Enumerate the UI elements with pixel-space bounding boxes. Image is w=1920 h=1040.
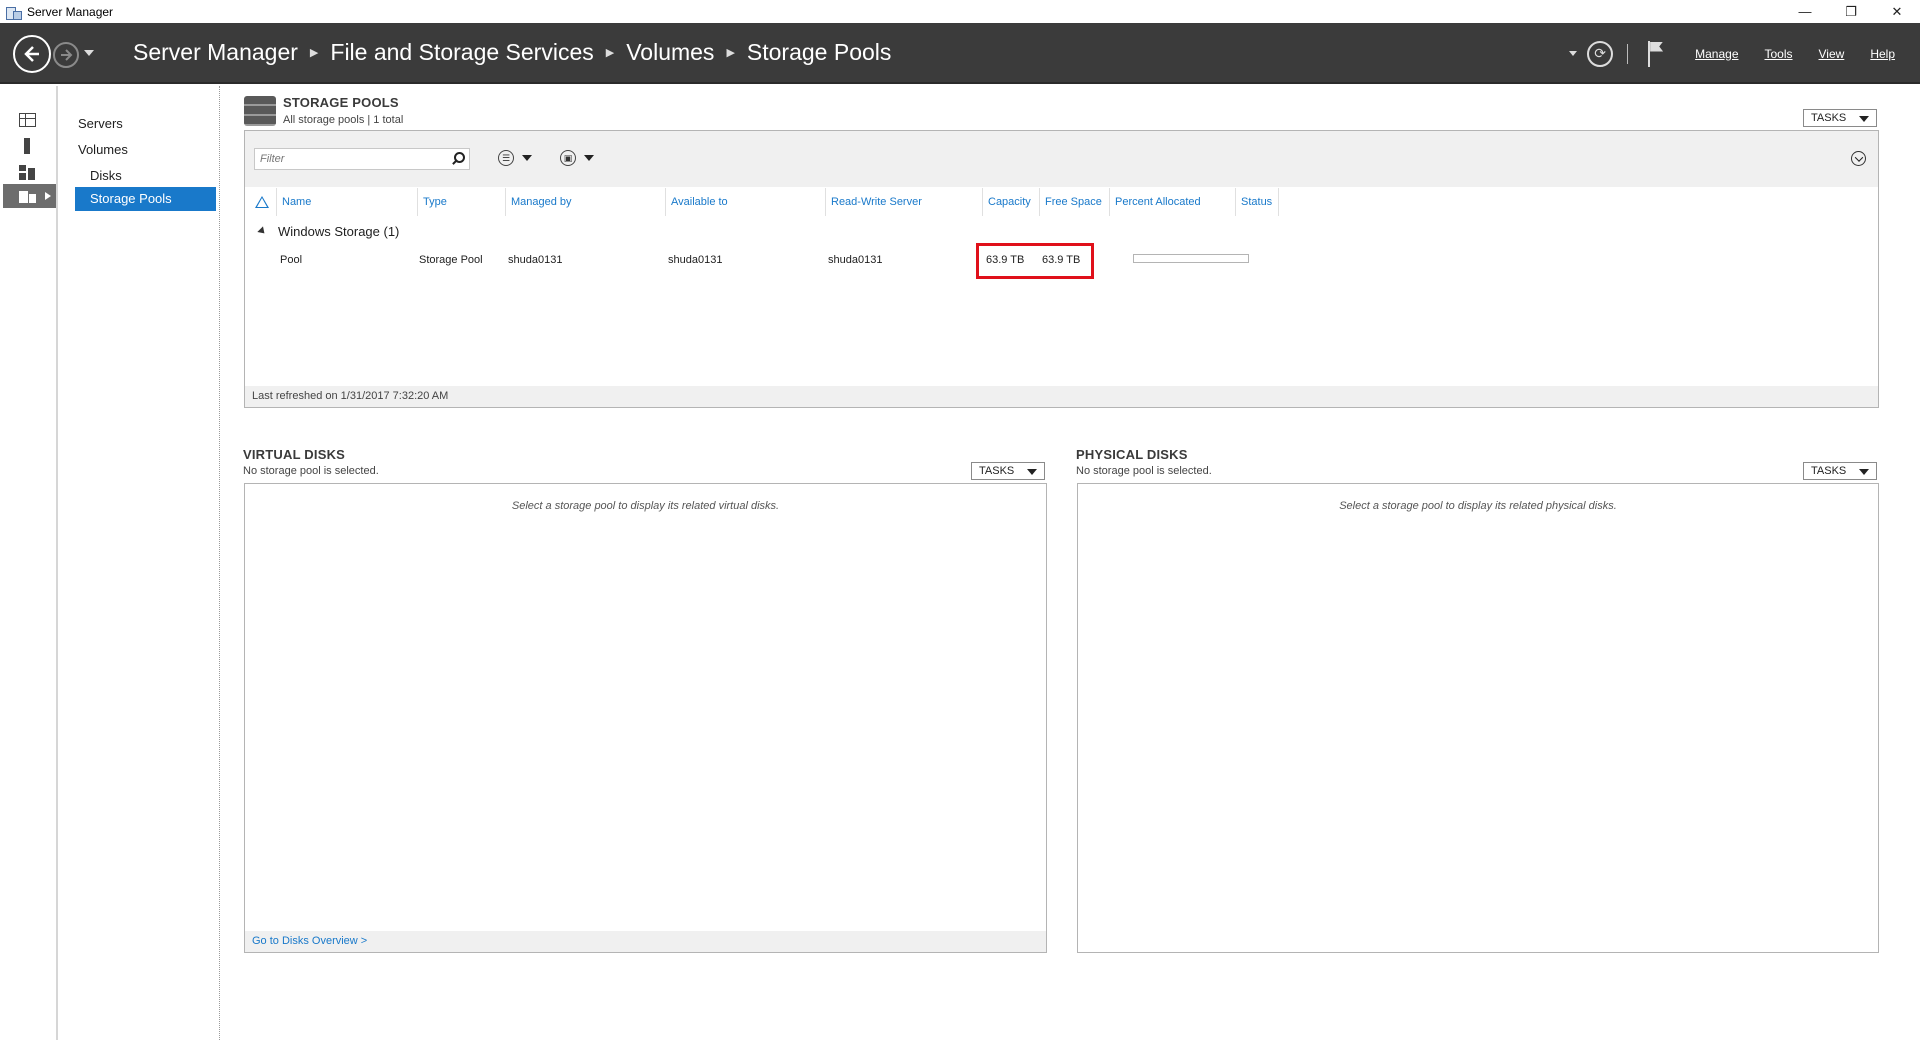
filter-placeholder: Filter xyxy=(260,153,285,165)
storage-pools-toolbar: Filter ☰ ▣ xyxy=(245,131,1878,187)
percent-allocated-bar xyxy=(1133,254,1249,263)
storage-pool-icon xyxy=(244,96,276,126)
roles-icon xyxy=(19,164,35,180)
arrow-right-icon xyxy=(61,49,73,61)
capacity-highlight-annotation xyxy=(976,243,1094,279)
column-header-capacity[interactable]: Capacity xyxy=(983,188,1040,216)
nav-all-servers[interactable] xyxy=(3,160,56,184)
secondary-nav: Servers Volumes Disks Storage Pools xyxy=(60,86,220,1040)
menu-manage[interactable]: Manage xyxy=(1682,47,1751,61)
header-actions: ⟳ Manage Tools View Help xyxy=(1569,23,1920,84)
close-button[interactable]: ✕ xyxy=(1874,0,1920,23)
cell-name: Pool xyxy=(280,254,303,266)
column-header-status[interactable]: Status xyxy=(1236,188,1279,216)
dashboard-icon xyxy=(19,113,36,127)
breadcrumb-item[interactable]: Volumes xyxy=(626,39,714,66)
filter-input[interactable]: Filter xyxy=(254,148,470,170)
menu-tools-label: Tools xyxy=(1764,46,1793,61)
arrow-left-icon xyxy=(24,46,39,62)
virtual-disks-title: VIRTUAL DISKS xyxy=(243,447,346,462)
list-view-options-button[interactable]: ☰ xyxy=(498,148,532,168)
column-header-alert[interactable] xyxy=(251,188,277,216)
breadcrumb-separator-icon: ▶ xyxy=(309,47,319,59)
column-header-managed-by[interactable]: Managed by xyxy=(506,188,666,216)
last-refreshed-status: Last refreshed on 1/31/2017 7:32:20 AM xyxy=(245,386,1878,407)
virtual-disks-subtitle: No storage pool is selected. xyxy=(243,465,379,477)
storage-pools-subtitle: All storage pools | 1 total xyxy=(283,114,404,126)
menu-manage-label: Manage xyxy=(1695,46,1739,61)
column-header-percent-allocated[interactable]: Percent Allocated xyxy=(1110,188,1236,216)
warning-icon xyxy=(255,196,269,208)
menu-view-label: View xyxy=(1818,46,1845,61)
breadcrumb-item[interactable]: File and Storage Services xyxy=(330,39,593,66)
group-row-windows-storage[interactable]: Windows Storage (1) xyxy=(257,224,400,239)
physical-disks-panel: Select a storage pool to display its rel… xyxy=(1077,483,1879,953)
chevron-down-icon xyxy=(584,155,594,161)
physical-disks-empty-message: Select a storage pool to display its rel… xyxy=(1339,500,1617,512)
breadcrumb: Server Manager ▶ File and Storage Servic… xyxy=(133,39,891,66)
storage-pools-panel: Filter ☰ ▣ Name Type Managed by Availabl… xyxy=(244,130,1879,408)
storage-icon xyxy=(19,189,36,203)
history-dropdown-icon[interactable] xyxy=(84,50,94,56)
subnav-item-storage-pools[interactable]: Storage Pools xyxy=(75,187,216,211)
menu-tools[interactable]: Tools xyxy=(1752,47,1806,61)
nav-file-storage-services[interactable] xyxy=(3,184,56,208)
breadcrumb-dropdown-icon[interactable] xyxy=(1569,51,1578,56)
menu-help-label: Help xyxy=(1870,46,1895,61)
cell-available-to: shuda0131 xyxy=(668,254,723,266)
physical-disks-tasks-button[interactable]: TASKS xyxy=(1803,462,1877,480)
column-header-free-space[interactable]: Free Space xyxy=(1040,188,1110,216)
group-label: Windows Storage (1) xyxy=(278,224,400,239)
main-content: STORAGE POOLS All storage pools | 1 tota… xyxy=(221,86,1920,1040)
menu-view[interactable]: View xyxy=(1806,47,1858,61)
window-title: Server Manager xyxy=(27,4,114,19)
cell-read-write-server: shuda0131 xyxy=(828,254,883,266)
column-header-name[interactable]: Name xyxy=(277,188,418,216)
save-query-button[interactable]: ▣ xyxy=(560,148,594,168)
column-header-type[interactable]: Type xyxy=(418,188,506,216)
forward-button[interactable] xyxy=(53,42,79,68)
server-icon xyxy=(24,138,30,154)
restore-button[interactable]: ❐ xyxy=(1828,0,1874,23)
breadcrumb-separator-icon: ▶ xyxy=(726,47,735,59)
nav-dashboard[interactable] xyxy=(3,108,56,132)
minimize-button[interactable]: — xyxy=(1782,0,1828,23)
chevron-down-icon xyxy=(522,155,532,161)
column-header-available-to[interactable]: Available to xyxy=(666,188,826,216)
storage-pools-tasks-button[interactable]: TASKS xyxy=(1803,109,1877,127)
breadcrumb-item[interactable]: Server Manager xyxy=(133,39,298,66)
title-bar: Server Manager — ❐ ✕ xyxy=(0,0,1920,23)
physical-disks-title: PHYSICAL DISKS xyxy=(1076,447,1188,462)
virtual-disks-panel: Select a storage pool to display its rel… xyxy=(244,483,1047,953)
primary-nav xyxy=(0,86,58,1040)
column-header-read-write-server[interactable]: Read-Write Server xyxy=(826,188,983,216)
subnav-item-servers[interactable]: Servers xyxy=(78,113,218,135)
breadcrumb-separator-icon: ▶ xyxy=(605,47,615,59)
expand-toolbar-icon[interactable] xyxy=(1851,151,1866,166)
subnav-item-disks[interactable]: Disks xyxy=(90,165,218,187)
back-button[interactable] xyxy=(13,35,51,73)
list-options-icon: ☰ xyxy=(498,150,514,166)
physical-disks-subtitle: No storage pool is selected. xyxy=(1076,465,1212,477)
search-icon[interactable] xyxy=(454,152,465,163)
breadcrumb-item-current: Storage Pools xyxy=(746,39,892,65)
server-manager-app-icon xyxy=(5,5,22,20)
subnav-item-volumes[interactable]: Volumes xyxy=(78,139,218,161)
storage-pools-title: STORAGE POOLS xyxy=(283,95,399,110)
virtual-disks-tasks-button[interactable]: TASKS xyxy=(971,462,1045,480)
nav-local-server[interactable] xyxy=(3,134,56,158)
window-controls: — ❐ ✕ xyxy=(1782,0,1920,23)
virtual-disks-empty-message: Select a storage pool to display its rel… xyxy=(511,500,780,512)
header-bar: Server Manager ▶ File and Storage Servic… xyxy=(0,23,1920,84)
menu-help[interactable]: Help xyxy=(1857,47,1908,61)
notifications-flag-icon[interactable] xyxy=(1646,40,1666,67)
cell-type: Storage Pool xyxy=(419,254,483,266)
collapse-triangle-icon[interactable] xyxy=(257,225,268,236)
expand-arrow-icon xyxy=(45,192,51,200)
refresh-icon[interactable]: ⟳ xyxy=(1587,40,1614,67)
cell-managed-by: shuda0131 xyxy=(508,254,563,266)
header-divider xyxy=(1627,43,1629,64)
go-to-disks-overview-link[interactable]: Go to Disks Overview > xyxy=(245,931,1046,952)
save-query-icon: ▣ xyxy=(560,150,576,166)
